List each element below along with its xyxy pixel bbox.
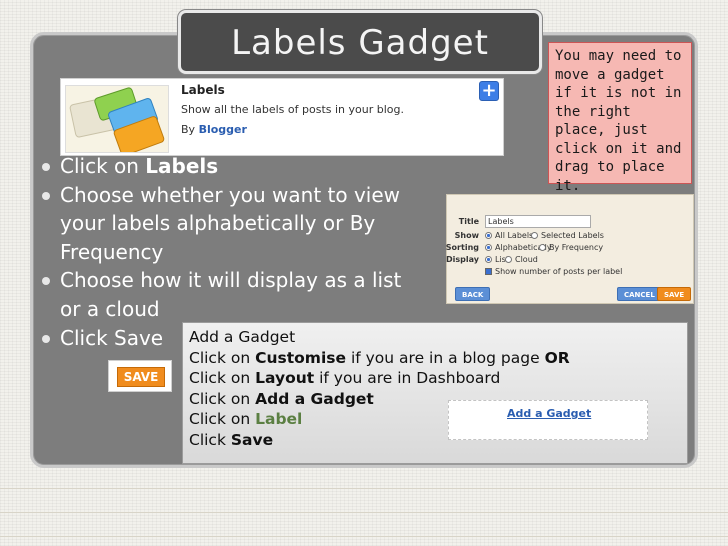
gadget-card-author: By Blogger (181, 123, 247, 136)
sort-frequency-radio[interactable]: By Frequency (539, 243, 603, 252)
title-label: Title (458, 217, 479, 226)
list-item: Choose how it will display as a list or … (40, 266, 406, 323)
bullet-bold: Labels (145, 154, 219, 178)
gadget-card-description: Show all the labels of posts in your blo… (181, 103, 404, 116)
bullet-text: Choose how it will display as a list or … (60, 268, 402, 321)
sorting-label: Sorting (445, 243, 479, 252)
ruled-line (0, 488, 728, 489)
show-all-radio[interactable]: All Labels (485, 231, 533, 240)
step-line: Add a Gadget (189, 328, 296, 346)
gadget-card-by-prefix: By (181, 123, 196, 136)
cancel-button[interactable]: CANCEL (617, 287, 662, 301)
ruled-line (0, 536, 728, 537)
show-selected-radio[interactable]: Selected Labels (531, 231, 604, 240)
bullet-text: Click on (60, 154, 146, 178)
plus-icon[interactable]: + (479, 81, 499, 101)
ruled-line (0, 512, 728, 513)
step-line: Click on Layout if you are in Dashboard (189, 369, 501, 387)
steps-box: Add a Gadget Click on Customise if you a… (182, 322, 688, 464)
labels-tags-icon (65, 85, 169, 153)
title-input[interactable]: Labels (485, 215, 591, 228)
labels-gadget-card[interactable]: Labels Show all the labels of posts in y… (60, 78, 504, 156)
list-item: Click on Labels (40, 152, 440, 181)
show-count-checkbox[interactable]: Show number of posts per label (485, 267, 622, 276)
tip-note: You may need to move a gadget if it is n… (548, 42, 692, 194)
display-label: Display (446, 255, 479, 264)
add-gadget-slot: Add a Gadget (448, 400, 648, 440)
show-label: Show (454, 231, 479, 240)
back-button[interactable]: BACK (455, 287, 491, 301)
save-example-button[interactable]: SAVE (117, 367, 165, 387)
bullet-text: Click Save (60, 325, 164, 350)
gadget-card-by-author: Blogger (198, 123, 247, 136)
list-item: Choose whether you want to view your lab… (40, 181, 436, 267)
bullet-text: Choose whether you want to view your lab… (60, 182, 401, 264)
add-gadget-link[interactable]: Add a Gadget (507, 407, 591, 420)
step-line: Click on Customise if you are in a blog … (189, 348, 570, 367)
save-button[interactable]: SAVE (657, 287, 692, 301)
gadget-card-title: Labels (181, 83, 225, 97)
save-example: SAVE (108, 360, 172, 392)
slide-title: Labels Gadget (178, 10, 542, 74)
labels-config-form: Title Labels Show All Labels Selected La… (446, 194, 694, 304)
display-cloud-radio[interactable]: Cloud (505, 255, 538, 264)
